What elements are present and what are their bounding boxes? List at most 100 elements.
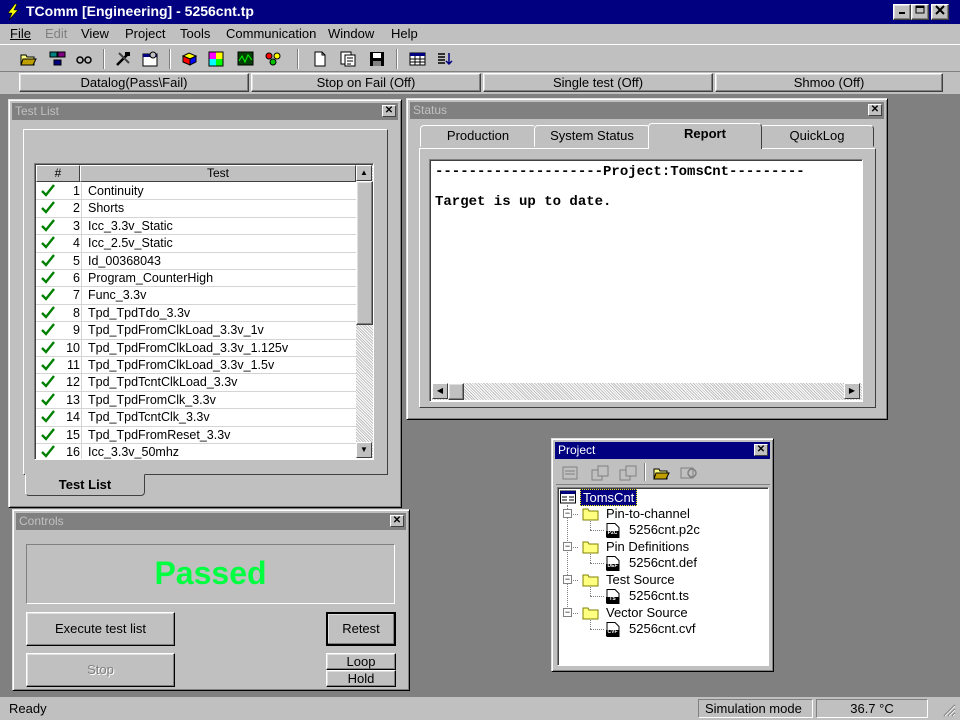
col-header-test[interactable]: Test xyxy=(80,165,356,182)
col-header-number[interactable]: # xyxy=(36,165,80,182)
table-row[interactable]: 1 Continuity xyxy=(36,183,356,201)
resize-grip-icon[interactable] xyxy=(942,703,956,717)
scroll-up-button[interactable]: ▲ xyxy=(356,165,372,181)
menu-edit[interactable]: Edit xyxy=(45,26,67,41)
grid-button[interactable] xyxy=(406,48,429,70)
row-number: 4 xyxy=(73,236,80,251)
tree-file[interactable]: 5256cnt.cvf xyxy=(629,621,696,636)
tree-folder[interactable]: Test Source xyxy=(606,572,675,587)
folder-open-icon xyxy=(582,541,599,554)
table-row[interactable]: 5 Id_00368043 xyxy=(36,252,356,270)
traffic-light-button[interactable] xyxy=(262,48,285,70)
shmoo-toggle[interactable]: Shmoo (Off) xyxy=(715,73,943,92)
datalog-toggle[interactable]: Datalog(Pass\Fail) xyxy=(19,73,249,92)
menu-view[interactable]: View xyxy=(81,26,109,41)
menu-tools[interactable]: Tools xyxy=(180,26,210,41)
tab-quicklog[interactable]: QuickLog xyxy=(760,125,874,147)
tree-folder[interactable]: Pin-to-channel xyxy=(606,506,690,521)
loop-button[interactable]: Loop xyxy=(326,653,396,670)
test-list-close-button[interactable]: ✕ xyxy=(382,105,396,117)
tree-line xyxy=(590,530,604,531)
project-props-icon[interactable] xyxy=(562,465,580,481)
palette-button[interactable] xyxy=(205,48,228,70)
table-row[interactable]: 14 Tpd_TpdTcntClk_3.3v xyxy=(36,409,356,427)
table-row[interactable]: 15 Tpd_TpdFromReset_3.3v xyxy=(36,426,356,444)
table-row[interactable]: 12 Tpd_TpdTcntClkLoad_3.3v xyxy=(36,374,356,392)
tab-report[interactable]: Report xyxy=(648,123,762,149)
project-remove-icon[interactable] xyxy=(619,465,637,481)
controls-close-button[interactable]: ✕ xyxy=(390,515,404,527)
row-column-divider xyxy=(81,444,82,459)
menu-window[interactable]: Window xyxy=(328,26,374,41)
tree-root[interactable]: TomsCnt xyxy=(580,489,638,506)
check-icon xyxy=(41,323,55,336)
table-row[interactable]: 8 Tpd_TpdTdo_3.3v xyxy=(36,304,356,323)
collapse-toggle[interactable]: − xyxy=(563,509,572,518)
new-button[interactable] xyxy=(309,48,332,70)
collapse-toggle[interactable]: − xyxy=(563,542,572,551)
tab-test-list[interactable]: Test List xyxy=(25,474,145,496)
project-close-button[interactable]: ✕ xyxy=(754,444,768,456)
collapse-toggle[interactable]: − xyxy=(563,608,572,617)
table-row[interactable]: 11 Tpd_TpdFromClkLoad_3.3v_1.5v xyxy=(36,357,356,375)
menu-project[interactable]: Project xyxy=(125,26,165,41)
row-number: 5 xyxy=(73,253,80,268)
tab-production[interactable]: Production xyxy=(420,125,536,147)
scope-button[interactable] xyxy=(234,48,257,70)
close-button[interactable] xyxy=(931,4,949,20)
scroll-left-button[interactable]: ◀ xyxy=(432,383,448,399)
table-row[interactable]: 3 Icc_3.3v_Static xyxy=(36,217,356,236)
menu-help[interactable]: Help xyxy=(391,26,418,41)
project-find-icon[interactable] xyxy=(680,465,698,481)
tree-file[interactable]: 5256cnt.def xyxy=(629,555,697,570)
tools-button[interactable] xyxy=(112,48,135,70)
single-test-toggle[interactable]: Single test (Off) xyxy=(483,73,713,92)
save-button[interactable] xyxy=(366,48,389,70)
minimize-button[interactable] xyxy=(893,4,911,20)
scroll-down-button[interactable]: ▼ xyxy=(356,442,372,458)
row-column-divider xyxy=(81,391,82,409)
tree-file[interactable]: 5256cnt.ts xyxy=(629,588,689,603)
table-row[interactable]: 10 Tpd_TpdFromClkLoad_3.3v_1.125v xyxy=(36,339,356,357)
stop-button[interactable]: Stop xyxy=(26,653,175,687)
maximize-button[interactable] xyxy=(911,4,929,20)
execute-test-list-button[interactable]: Execute test list xyxy=(26,612,175,646)
collapse-toggle[interactable]: − xyxy=(563,575,572,584)
network-button[interactable] xyxy=(46,48,69,70)
project-open-icon[interactable] xyxy=(653,465,671,481)
report-hscrollbar[interactable] xyxy=(432,383,862,400)
controls-title-bar: Controls ✕ xyxy=(16,513,406,530)
table-row[interactable]: 4 Icc_2.5v_Static xyxy=(36,235,356,253)
table-row[interactable]: 7 Func_3.3v xyxy=(36,287,356,305)
row-column-divider xyxy=(81,235,82,253)
tree-line xyxy=(590,563,604,564)
hscroll-thumb[interactable] xyxy=(448,383,464,400)
open-button[interactable] xyxy=(17,48,40,70)
stop-on-fail-toggle[interactable]: Stop on Fail (Off) xyxy=(251,73,481,92)
view-button[interactable] xyxy=(73,48,96,70)
settings-button[interactable] xyxy=(139,48,162,70)
tree-folder[interactable]: Pin Definitions xyxy=(606,539,689,554)
build-button[interactable] xyxy=(178,48,201,70)
scroll-right-button[interactable]: ▶ xyxy=(844,383,860,399)
check-icon xyxy=(41,184,55,197)
retest-button[interactable]: Retest xyxy=(326,612,396,646)
table-row[interactable]: 16 Icc_3.3v_50mhz xyxy=(36,444,356,459)
table-row[interactable]: 9 Tpd_TpdFromClkLoad_3.3v_1v xyxy=(36,322,356,340)
project-add-icon[interactable] xyxy=(591,465,609,481)
check-icon xyxy=(41,288,55,302)
menu-communication[interactable]: Communication xyxy=(226,26,316,41)
scroll-thumb[interactable] xyxy=(356,181,373,325)
table-row[interactable]: 6 Program_CounterHigh xyxy=(36,270,356,288)
sort-button[interactable] xyxy=(433,48,456,70)
table-row[interactable]: 13 Tpd_TpdFromClk_3.3v xyxy=(36,391,356,410)
table-row[interactable]: 2 Shorts xyxy=(36,200,356,218)
status-close-button[interactable]: ✕ xyxy=(868,104,882,116)
tree-folder[interactable]: Vector Source xyxy=(606,605,688,620)
tree-file[interactable]: 5256cnt.p2c xyxy=(629,522,700,537)
palette-icon xyxy=(208,51,224,67)
hold-button[interactable]: Hold xyxy=(326,670,396,687)
tab-system-status[interactable]: System Status xyxy=(534,125,650,147)
menu-file[interactable]: File xyxy=(10,26,31,41)
properties-button[interactable] xyxy=(337,48,360,70)
